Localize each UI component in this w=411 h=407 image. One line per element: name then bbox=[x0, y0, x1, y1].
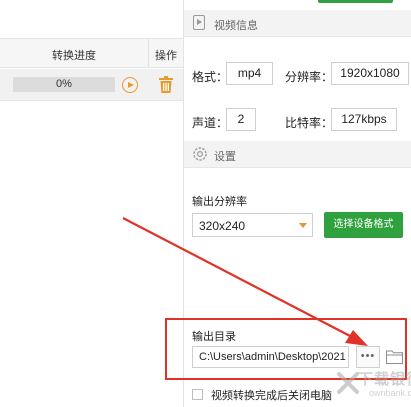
output-dir-value: C:\Users\admin\Desktop\2021 bbox=[199, 351, 346, 363]
bitrate-field[interactable]: 127kbps bbox=[331, 108, 397, 131]
file-list-blank bbox=[0, 0, 183, 38]
format-label: 格式： bbox=[192, 70, 229, 84]
resolution-field[interactable]: 1920x1080 bbox=[331, 62, 409, 85]
top-green-button-edge[interactable] bbox=[318, 0, 393, 3]
output-resolution-value: 320x240 bbox=[199, 219, 246, 233]
progress-text: 0% bbox=[56, 78, 72, 90]
chevron-down-icon bbox=[299, 223, 307, 228]
output-resolution-label: 输出分辨率 bbox=[192, 196, 247, 208]
format-field[interactable]: mp4 bbox=[226, 62, 273, 85]
shutdown-label: 视频转换完成后关闭电脑 bbox=[211, 390, 332, 402]
video-icon bbox=[193, 15, 205, 30]
trash-icon[interactable] bbox=[159, 76, 173, 93]
shutdown-checkbox[interactable] bbox=[192, 389, 203, 400]
bitrate-label: 比特率： bbox=[285, 116, 334, 130]
file-list-panel: 转换进度 操作 0% bbox=[0, 0, 183, 407]
output-dir-field[interactable]: C:\Users\admin\Desktop\2021 bbox=[192, 346, 349, 368]
play-icon[interactable] bbox=[122, 77, 138, 93]
column-operation-header: 操作 bbox=[155, 50, 177, 62]
output-resolution-select[interactable]: 320x240 bbox=[192, 213, 313, 237]
channels-field[interactable]: 2 bbox=[226, 108, 256, 131]
choose-device-format-button[interactable]: 选择设备格式 bbox=[324, 212, 403, 238]
channels-label: 声道： bbox=[192, 116, 229, 130]
table-row[interactable]: 0% bbox=[0, 69, 183, 101]
video-info-header: 视频信息 bbox=[184, 10, 411, 37]
column-progress-header: 转换进度 bbox=[52, 50, 96, 62]
browse-more-button[interactable]: ••• bbox=[356, 346, 380, 368]
gear-icon bbox=[193, 147, 207, 161]
folder-icon[interactable] bbox=[386, 349, 403, 364]
output-dir-label: 输出目录 bbox=[192, 331, 236, 343]
resolution-label: 分辨率： bbox=[285, 70, 334, 84]
settings-title: 设置 bbox=[214, 151, 236, 163]
video-info-title: 视频信息 bbox=[214, 20, 258, 32]
progress-bar: 0% bbox=[13, 77, 115, 92]
properties-panel: 视频信息 格式： mp4 分辨率： 1920x1080 声道： 2 比特率： 1… bbox=[184, 0, 411, 407]
settings-header: 设置 bbox=[184, 141, 411, 168]
table-header: 转换进度 操作 bbox=[0, 38, 183, 68]
